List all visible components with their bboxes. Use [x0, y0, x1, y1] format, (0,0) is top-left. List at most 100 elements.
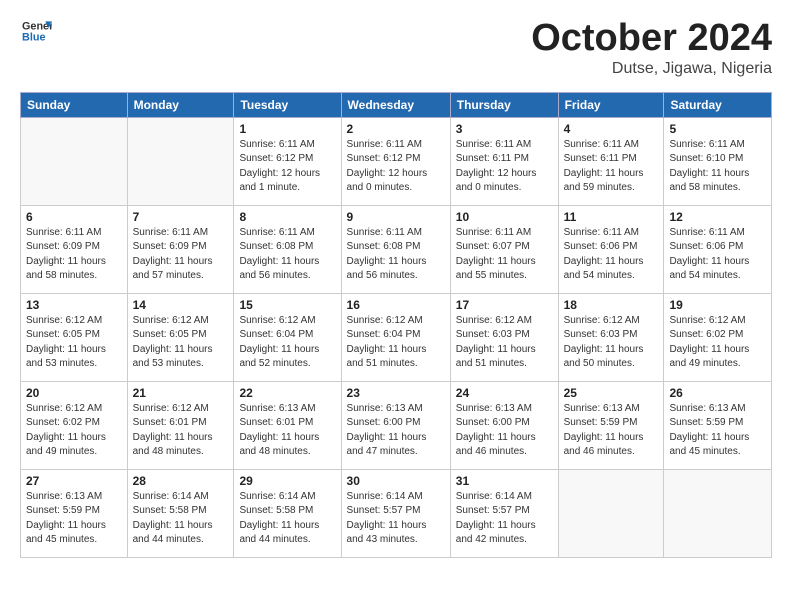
logo-icon: General Blue: [22, 18, 52, 48]
day-number: 11: [564, 210, 659, 224]
cell-w3-d4: 17 Sunrise: 6:12 AMSunset: 6:03 PMDayligh…: [450, 293, 558, 381]
day-detail: Sunrise: 6:11 AMSunset: 6:12 PMDaylight:…: [239, 138, 335, 196]
cell-w2-d2: 8Sunrise: 6:11 AMSunset: 6:08 PMDaylight…: [234, 205, 341, 293]
day-detail: Sunrise: 6:12 AMSunset: 6:05 PMDaylight:…: [26, 314, 122, 372]
cell-w4-d6: 26 Sunrise: 6:13 AMSunset: 5:59 PMDayligh…: [664, 381, 772, 469]
col-thursday: Thursday: [450, 92, 558, 117]
cell-w5-d2: 29 Sunrise: 6:14 AMSunset: 5:58 PMDayligh…: [234, 469, 341, 557]
cell-w1-d1: [127, 117, 234, 205]
day-detail: Sunrise: 6:13 AMSunset: 5:59 PMDaylight:…: [669, 402, 766, 460]
day-detail: Sunrise: 6:12 AMSunset: 6:03 PMDaylight:…: [564, 314, 659, 372]
day-number: 5: [669, 122, 766, 136]
day-number: 25: [564, 386, 659, 400]
cell-w1-d6: 5 Sunrise: 6:11 AMSunset: 6:10 PMDaylight…: [664, 117, 772, 205]
cell-w1-d0: [21, 117, 128, 205]
day-detail: Sunrise: 6:11 AMSunset: 6:08 PMDaylight:…: [347, 226, 445, 284]
cell-w1-d2: 1Sunrise: 6:11 AMSunset: 6:12 PMDaylight…: [234, 117, 341, 205]
calendar-header-row: Sunday Monday Tuesday Wednesday Thursday…: [21, 92, 772, 117]
day-detail: Sunrise: 6:13 AMSunset: 6:00 PMDaylight:…: [347, 402, 445, 460]
day-number: 14: [133, 298, 229, 312]
cell-w4-d5: 25 Sunrise: 6:13 AMSunset: 5:59 PMDayligh…: [558, 381, 664, 469]
day-detail: Sunrise: 6:14 AMSunset: 5:57 PMDaylight:…: [347, 490, 445, 548]
week-row-3: 13 Sunrise: 6:12 AMSunset: 6:05 PMDayligh…: [21, 293, 772, 381]
col-friday: Friday: [558, 92, 664, 117]
day-number: 16: [347, 298, 445, 312]
day-detail: Sunrise: 6:13 AMSunset: 6:00 PMDaylight:…: [456, 402, 553, 460]
cell-w5-d5: [558, 469, 664, 557]
calendar-location: Dutse, Jigawa, Nigeria: [531, 60, 772, 78]
calendar-title: October 2024: [531, 18, 772, 60]
day-detail: Sunrise: 6:12 AMSunset: 6:05 PMDaylight:…: [133, 314, 229, 372]
day-detail: Sunrise: 6:12 AMSunset: 6:01 PMDaylight:…: [133, 402, 229, 460]
day-detail: Sunrise: 6:11 AMSunset: 6:07 PMDaylight:…: [456, 226, 553, 284]
cell-w4-d4: 24 Sunrise: 6:13 AMSunset: 6:00 PMDayligh…: [450, 381, 558, 469]
cell-w3-d1: 14 Sunrise: 6:12 AMSunset: 6:05 PMDayligh…: [127, 293, 234, 381]
week-row-1: 1Sunrise: 6:11 AMSunset: 6:12 PMDaylight…: [21, 117, 772, 205]
col-tuesday: Tuesday: [234, 92, 341, 117]
cell-w3-d6: 19Sunrise: 6:12 AMSunset: 6:02 PMDayligh…: [664, 293, 772, 381]
day-detail: Sunrise: 6:14 AMSunset: 5:58 PMDaylight:…: [239, 490, 335, 548]
cell-w2-d6: 12 Sunrise: 6:11 AMSunset: 6:06 PMDayligh…: [664, 205, 772, 293]
day-number: 30: [347, 474, 445, 488]
cell-w1-d5: 4 Sunrise: 6:11 AMSunset: 6:11 PMDaylight…: [558, 117, 664, 205]
day-number: 31: [456, 474, 553, 488]
cell-w4-d0: 20Sunrise: 6:12 AMSunset: 6:02 PMDayligh…: [21, 381, 128, 469]
page: General Blue October 2024 Dutse, Jigawa,…: [0, 0, 792, 576]
day-number: 27: [26, 474, 122, 488]
cell-w3-d3: 16 Sunrise: 6:12 AMSunset: 6:04 PMDayligh…: [341, 293, 450, 381]
cell-w3-d2: 15Sunrise: 6:12 AMSunset: 6:04 PMDayligh…: [234, 293, 341, 381]
day-number: 28: [133, 474, 229, 488]
day-detail: Sunrise: 6:11 AMSunset: 6:09 PMDaylight:…: [26, 226, 122, 284]
day-number: 4: [564, 122, 659, 136]
day-number: 13: [26, 298, 122, 312]
day-number: 15: [239, 298, 335, 312]
col-monday: Monday: [127, 92, 234, 117]
cell-w3-d5: 18 Sunrise: 6:12 AMSunset: 6:03 PMDayligh…: [558, 293, 664, 381]
day-detail: Sunrise: 6:13 AMSunset: 6:01 PMDaylight:…: [239, 402, 335, 460]
day-number: 10: [456, 210, 553, 224]
day-number: 21: [133, 386, 229, 400]
col-wednesday: Wednesday: [341, 92, 450, 117]
cell-w5-d4: 31 Sunrise: 6:14 AMSunset: 5:57 PMDayligh…: [450, 469, 558, 557]
day-number: 23: [347, 386, 445, 400]
cell-w4-d3: 23 Sunrise: 6:13 AMSunset: 6:00 PMDayligh…: [341, 381, 450, 469]
day-number: 12: [669, 210, 766, 224]
week-row-2: 6 Sunrise: 6:11 AMSunset: 6:09 PMDaylight…: [21, 205, 772, 293]
day-detail: Sunrise: 6:13 AMSunset: 5:59 PMDaylight:…: [564, 402, 659, 460]
cell-w1-d3: 2Sunrise: 6:11 AMSunset: 6:12 PMDaylight…: [341, 117, 450, 205]
day-detail: Sunrise: 6:14 AMSunset: 5:57 PMDaylight:…: [456, 490, 553, 548]
day-detail: Sunrise: 6:11 AMSunset: 6:06 PMDaylight:…: [669, 226, 766, 284]
calendar-table: Sunday Monday Tuesday Wednesday Thursday…: [20, 92, 772, 558]
day-detail: Sunrise: 6:12 AMSunset: 6:03 PMDaylight:…: [456, 314, 553, 372]
day-number: 2: [347, 122, 445, 136]
day-number: 3: [456, 122, 553, 136]
cell-w5-d1: 28 Sunrise: 6:14 AMSunset: 5:58 PMDayligh…: [127, 469, 234, 557]
day-detail: Sunrise: 6:12 AMSunset: 6:02 PMDaylight:…: [669, 314, 766, 372]
cell-w2-d0: 6 Sunrise: 6:11 AMSunset: 6:09 PMDaylight…: [21, 205, 128, 293]
day-detail: Sunrise: 6:14 AMSunset: 5:58 PMDaylight:…: [133, 490, 229, 548]
col-sunday: Sunday: [21, 92, 128, 117]
col-saturday: Saturday: [664, 92, 772, 117]
header: General Blue October 2024 Dutse, Jigawa,…: [20, 18, 772, 78]
day-detail: Sunrise: 6:11 AMSunset: 6:10 PMDaylight:…: [669, 138, 766, 196]
day-detail: Sunrise: 6:12 AMSunset: 6:04 PMDaylight:…: [347, 314, 445, 372]
svg-text:Blue: Blue: [22, 32, 45, 44]
day-number: 17: [456, 298, 553, 312]
day-detail: Sunrise: 6:13 AMSunset: 5:59 PMDaylight:…: [26, 490, 122, 548]
day-number: 8: [239, 210, 335, 224]
cell-w2-d1: 7Sunrise: 6:11 AMSunset: 6:09 PMDaylight…: [127, 205, 234, 293]
day-number: 26: [669, 386, 766, 400]
day-detail: Sunrise: 6:11 AMSunset: 6:11 PMDaylight:…: [564, 138, 659, 196]
day-number: 22: [239, 386, 335, 400]
day-detail: Sunrise: 6:12 AMSunset: 6:02 PMDaylight:…: [26, 402, 122, 460]
day-detail: Sunrise: 6:11 AMSunset: 6:06 PMDaylight:…: [564, 226, 659, 284]
day-number: 24: [456, 386, 553, 400]
day-number: 9: [347, 210, 445, 224]
cell-w3-d0: 13 Sunrise: 6:12 AMSunset: 6:05 PMDayligh…: [21, 293, 128, 381]
day-number: 18: [564, 298, 659, 312]
day-detail: Sunrise: 6:11 AMSunset: 6:09 PMDaylight:…: [133, 226, 229, 284]
cell-w1-d4: 3Sunrise: 6:11 AMSunset: 6:11 PMDaylight…: [450, 117, 558, 205]
day-number: 29: [239, 474, 335, 488]
day-number: 6: [26, 210, 122, 224]
cell-w5-d3: 30 Sunrise: 6:14 AMSunset: 5:57 PMDayligh…: [341, 469, 450, 557]
